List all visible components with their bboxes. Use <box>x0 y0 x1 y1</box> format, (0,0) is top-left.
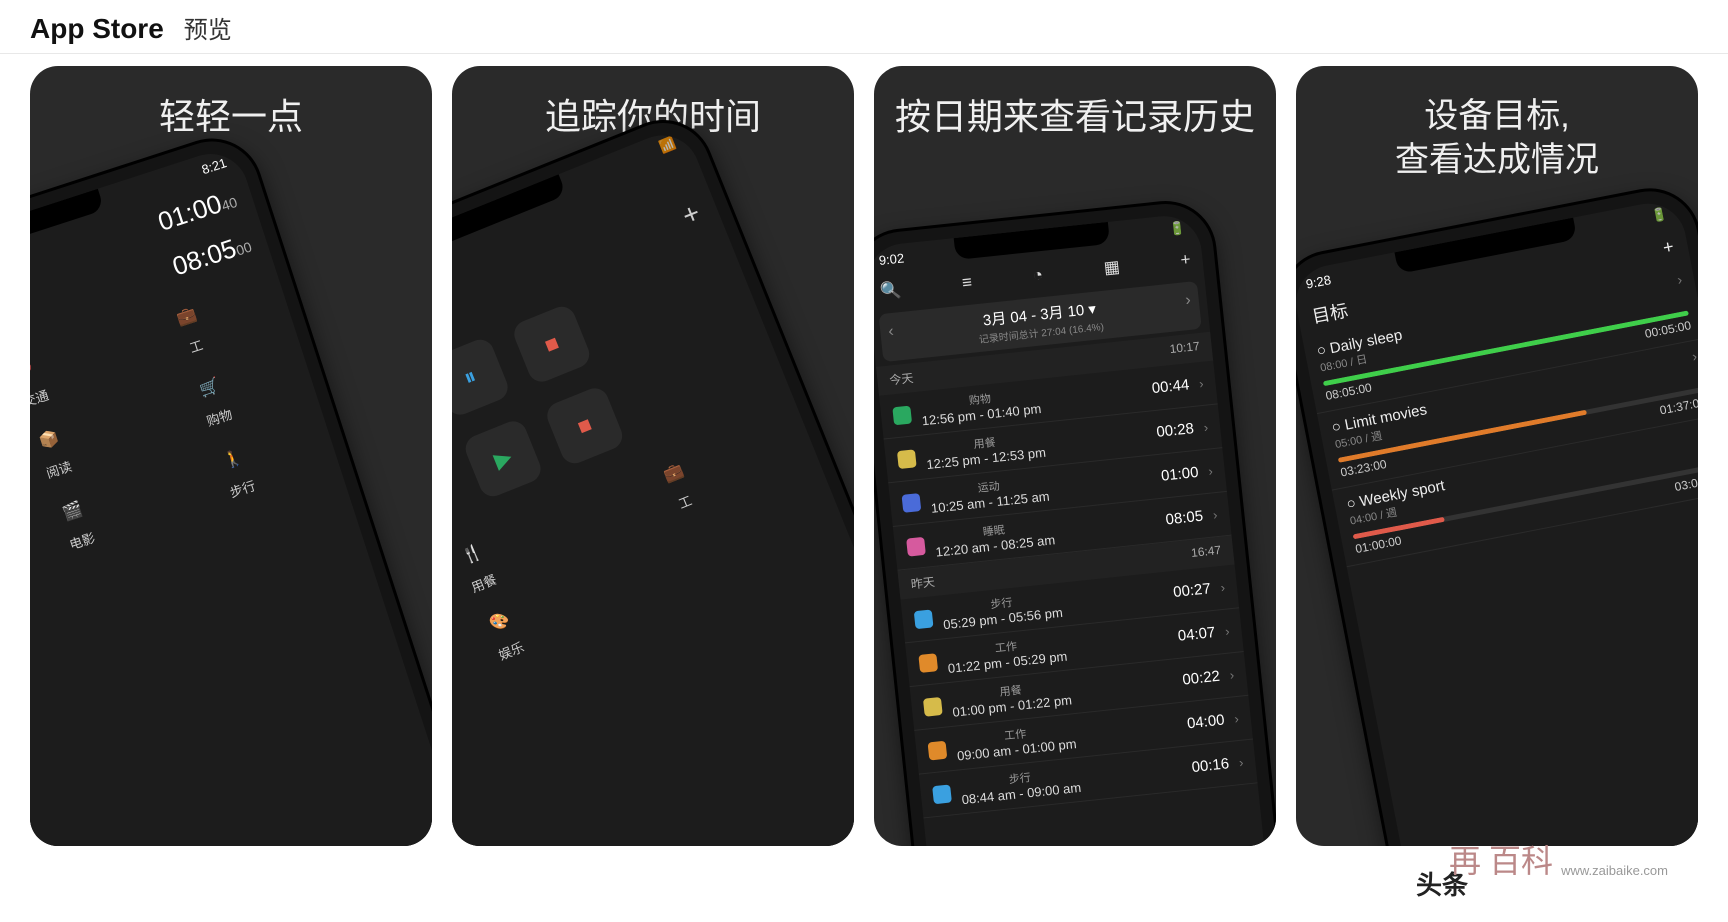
log-duration: 01:00 <box>1160 464 1199 485</box>
section-total: 16:47 <box>1190 543 1222 563</box>
search-icon[interactable]: 🔍 <box>879 280 902 302</box>
category-label: 阅读 <box>43 456 74 482</box>
status-time: 9:02 <box>878 250 905 268</box>
screenshot-card-1[interactable]: 轻轻一点 8:21 📦 阅读 01:0040 💬 睡眠 08:0500 🛏 睡眠… <box>30 66 432 846</box>
battery-icon <box>1650 206 1669 225</box>
chevron-right-icon: › <box>1212 507 1218 522</box>
category-icon: 🍴 <box>453 535 492 574</box>
log-icon <box>927 740 947 760</box>
screenshot-strip: 轻轻一点 8:21 📦 阅读 01:0040 💬 睡眠 08:0500 🛏 睡眠… <box>30 66 1698 846</box>
screenshot-card-4[interactable]: 设备目标, 查看达成情况 9:28 目标 + ○ Daily sleep 08:… <box>1296 66 1698 846</box>
category-label: 电影 <box>67 527 98 553</box>
chevron-right-icon: › <box>1203 420 1209 435</box>
store-title: App Store <box>30 13 164 45</box>
card-3-caption: 按日期来查看记录历史 <box>874 94 1276 141</box>
category-item[interactable]: 🎬 电影 <box>30 473 160 574</box>
section-title: 今天 <box>889 369 915 388</box>
category-label: 购物 <box>204 404 235 430</box>
category-icon: 🎨 <box>480 602 519 641</box>
page-header: App Store 预览 <box>0 0 1728 54</box>
phone-mockup-2: 活动 + ⏸■▶■ 🍴 用餐 💼 工 🎨 娱乐 <box>452 108 854 846</box>
phone-mockup-4: 9:28 目标 + ○ Daily sleep 08:00 / 日 › 08:0… <box>1296 183 1698 846</box>
log-duration: 00:44 <box>1151 376 1190 397</box>
chevron-right-icon: › <box>1229 667 1235 682</box>
category-label: 工 <box>187 335 205 357</box>
category-label: 步行 <box>227 475 258 501</box>
stop-button-2[interactable]: ■ <box>543 384 626 467</box>
category-label: 交通 <box>30 385 51 411</box>
category-label: 娱乐 <box>495 637 526 664</box>
screenshot-card-2[interactable]: 追踪你的时间 活动 + ⏸■▶■ 🍴 用餐 💼 工 🎨 娱乐 <box>452 66 854 846</box>
menu-icon[interactable]: ≡ <box>961 272 973 293</box>
category-icon: 🚶 <box>214 440 252 478</box>
status-time: 8:21 <box>200 155 229 177</box>
category-icon: 💼 <box>168 298 206 336</box>
card-4-caption-l2: 查看达成情况 <box>1395 141 1599 179</box>
watermark-baike-text: 再 百科 <box>1449 836 1553 882</box>
category-icon: 🎬 <box>54 492 92 530</box>
chart-icon[interactable]: ◔ <box>1032 265 1044 286</box>
log-duration: 04:00 <box>1186 711 1225 732</box>
goals-title: 目标 <box>1310 297 1350 329</box>
play-button[interactable]: ▶ <box>461 417 544 500</box>
chevron-right-icon: › <box>1224 623 1230 638</box>
screenshot-card-3[interactable]: 按日期来查看记录历史 9:02 🔍 ≡ ◔ ▦ + ‹ 3月 04 - 3月 1… <box>874 66 1276 846</box>
log-icon <box>897 449 917 469</box>
pause-button[interactable]: ⏸ <box>452 336 512 419</box>
phone-mockup-1: 8:21 📦 阅读 01:0040 💬 睡眠 08:0500 🛏 睡眠 ⏱ 交通… <box>30 129 432 846</box>
card-1-caption: 轻轻一点 <box>30 94 432 141</box>
log-duration: 00:16 <box>1191 755 1230 776</box>
category-label: 工 <box>675 490 694 512</box>
log-icon <box>906 536 926 556</box>
phone-mockup-3: 9:02 🔍 ≡ ◔ ▦ + ‹ 3月 04 - 3月 10 ▾ 记录时间总计 … <box>874 199 1276 846</box>
log-duration: 00:22 <box>1182 668 1221 689</box>
log-icon <box>914 609 934 629</box>
chevron-right-icon: › <box>1238 755 1244 770</box>
log-duration: 08:05 <box>1165 508 1204 529</box>
log-icon <box>892 405 912 425</box>
add-goal-button[interactable]: + <box>1661 236 1675 259</box>
calendar-icon[interactable]: ▦ <box>1103 257 1121 279</box>
log-duration: 00:28 <box>1156 420 1195 441</box>
battery-icon <box>1168 220 1186 238</box>
category-icon: 💼 <box>654 454 693 493</box>
section-title: 昨天 <box>910 573 936 592</box>
status-time: 9:28 <box>1304 272 1332 292</box>
stop-button[interactable]: ■ <box>510 303 593 386</box>
card-4-caption: 设备目标, 查看达成情况 <box>1296 94 1698 182</box>
card-4-caption-l1: 设备目标, <box>1424 97 1569 135</box>
log-icon <box>932 784 952 804</box>
log-duration: 00:27 <box>1172 580 1211 601</box>
wifi-icon <box>657 135 678 156</box>
section-total: 10:17 <box>1169 339 1201 359</box>
log-icon <box>923 696 943 716</box>
chevron-right-icon: › <box>1234 711 1240 726</box>
category-icon: 📦 <box>30 421 68 459</box>
watermark-baike: 再 百科 www.zaibaike.com <box>1449 836 1668 882</box>
log-duration: 04:07 <box>1177 624 1216 645</box>
watermark-url: www.zaibaike.com <box>1561 863 1668 878</box>
category-icon: 🛒 <box>191 369 229 407</box>
add-icon[interactable]: + <box>1180 250 1192 271</box>
chevron-right-icon: › <box>1198 376 1204 391</box>
category-grid: 🛏 睡眠 ⏱ 交通 💼 工 🏋 运动 📦 阅读 🛒 购物 🏠 家务 🎬 电影 🚶… <box>30 260 367 715</box>
category-label: 用餐 <box>468 569 499 596</box>
category-icon: ⏱ <box>30 350 45 388</box>
preview-label: 预览 <box>184 10 232 45</box>
log-icon <box>901 493 921 513</box>
chevron-right-icon: › <box>1220 580 1226 595</box>
log-icon <box>918 653 938 673</box>
chevron-right-icon: › <box>1208 463 1214 478</box>
